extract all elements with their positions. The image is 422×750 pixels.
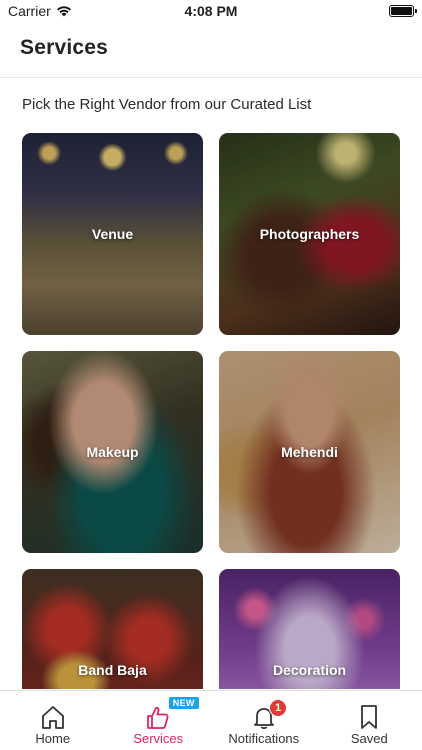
home-icon	[41, 706, 64, 729]
tab-saved[interactable]: Saved	[317, 691, 422, 750]
service-tile-venue[interactable]: Venue	[22, 133, 203, 335]
bookmark-icon	[361, 705, 378, 729]
service-tile-label: Makeup	[86, 444, 139, 460]
tab-notifications-label: Notifications	[228, 731, 300, 746]
header: Services	[0, 22, 422, 78]
page-title: Services	[20, 36, 109, 59]
tab-home[interactable]: Home	[0, 691, 106, 750]
section-subtitle: Pick the Right Vendor from our Curated L…	[22, 96, 312, 113]
service-tile-label: Photographers	[259, 226, 360, 242]
service-tile-mehendi[interactable]: Mehendi	[219, 351, 400, 553]
services-grid: Venue Photographers Makeup Mehendi Band …	[22, 133, 400, 689]
tab-saved-label: Saved	[350, 731, 388, 746]
notification-count-badge: 1	[269, 699, 288, 717]
service-tile-label: Venue	[91, 226, 134, 242]
service-tile-label: Mehendi	[281, 444, 338, 460]
bottom-tab-bar: Home NEW Services 1 Notifications Saved	[0, 690, 422, 750]
status-bar: Carrier 4:08 PM	[0, 0, 422, 22]
new-badge: NEW	[168, 697, 199, 709]
service-tile-label: Decoration	[272, 662, 347, 678]
service-tile-label: Band Baja	[78, 662, 147, 678]
tab-services[interactable]: NEW Services	[106, 691, 212, 750]
status-time: 4:08 PM	[184, 3, 238, 19]
service-tile-photographers[interactable]: Photographers	[219, 133, 400, 335]
tab-services-label: Services	[133, 731, 184, 746]
service-tile-makeup[interactable]: Makeup	[22, 351, 203, 553]
service-tile-decoration[interactable]: Decoration	[219, 569, 400, 689]
tab-notifications[interactable]: 1 Notifications	[211, 691, 317, 750]
battery-icon	[389, 5, 417, 17]
service-tile-band-baja[interactable]: Band Baja	[22, 569, 203, 689]
tab-home-label: Home	[35, 731, 71, 746]
